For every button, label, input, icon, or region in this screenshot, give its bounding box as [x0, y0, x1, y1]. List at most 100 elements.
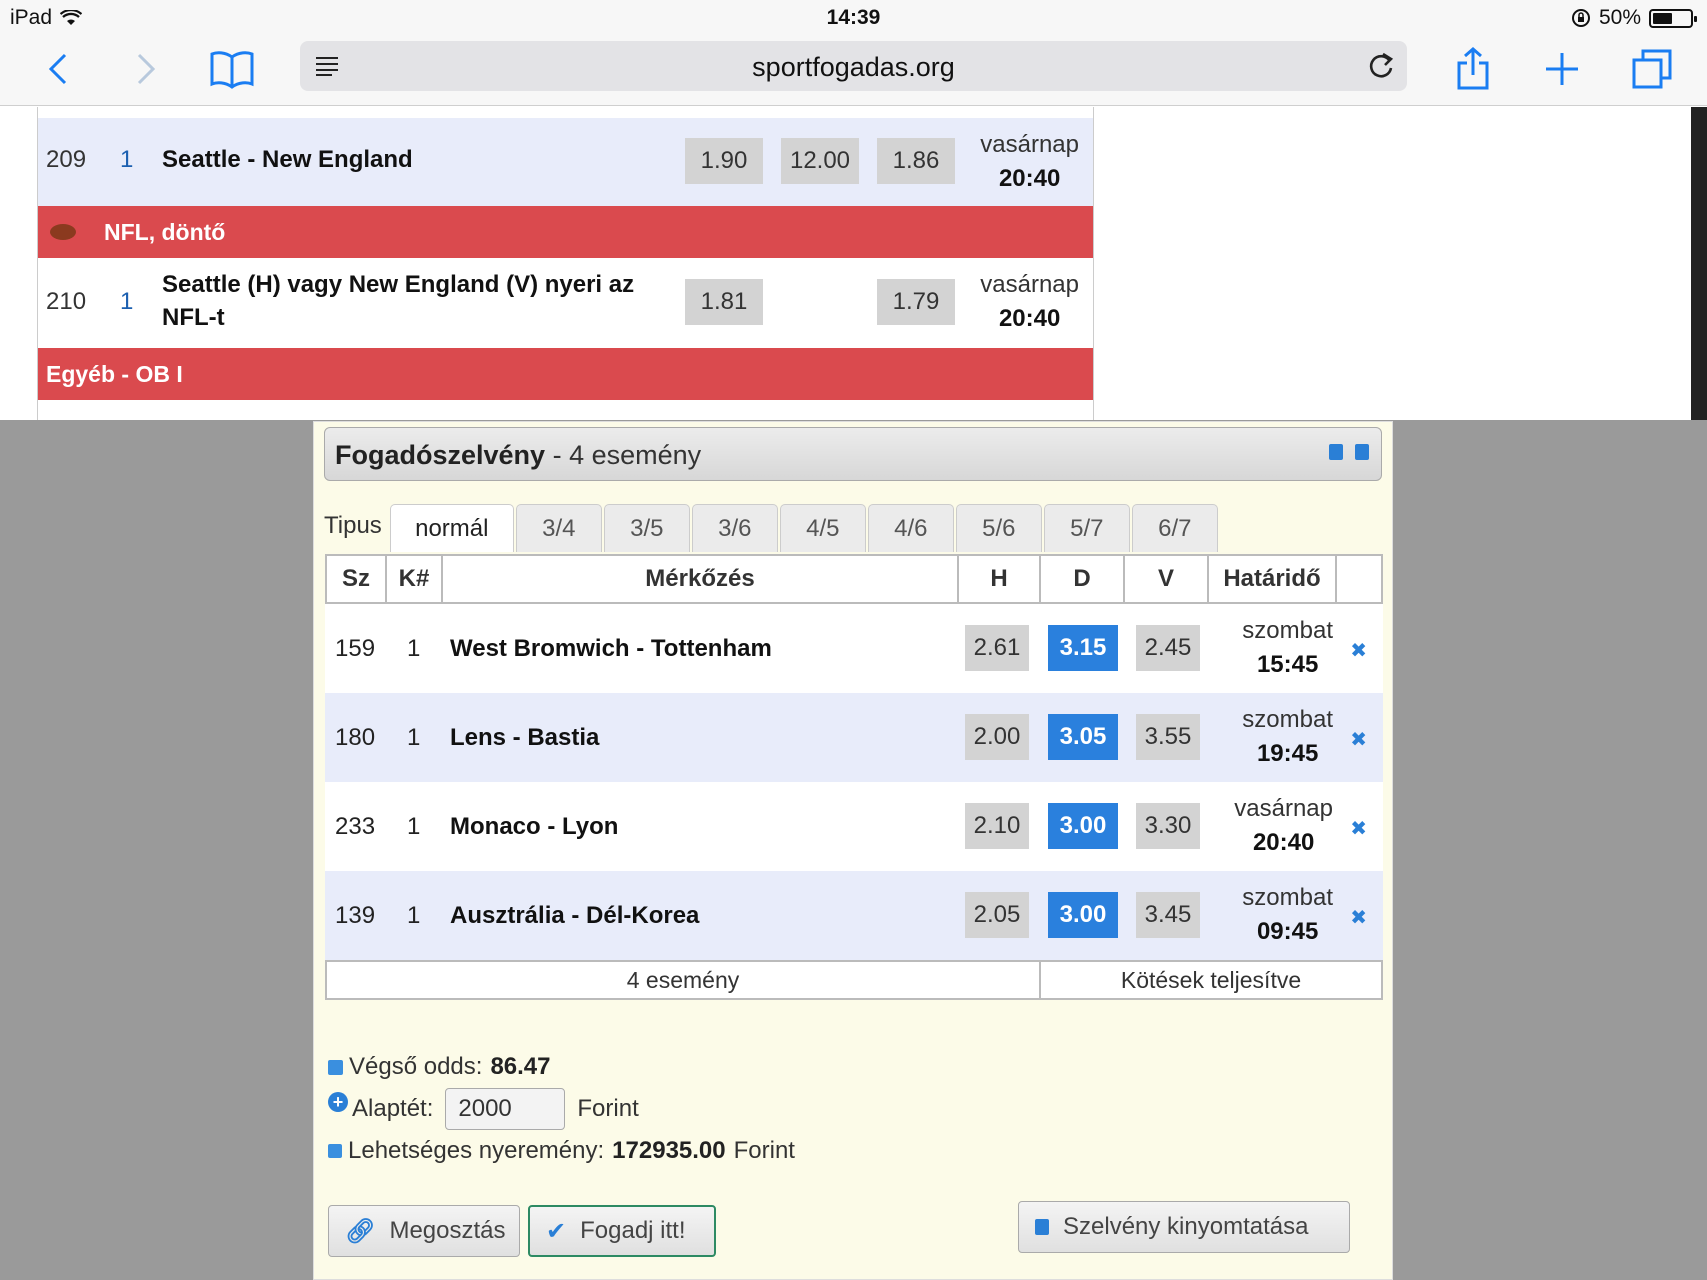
row-match: Ausztrália - Dél-Korea [450, 901, 700, 929]
tabs-icon [1632, 49, 1672, 89]
row-num: 180 [335, 723, 376, 751]
win-currency: Forint [733, 1137, 795, 1164]
odd-h[interactable]: 1.81 [685, 279, 763, 325]
odd-h[interactable]: 1.90 [685, 138, 763, 184]
tab-6-7[interactable]: 6/7 [1131, 504, 1218, 552]
tab-4-5[interactable]: 4/5 [779, 504, 866, 552]
tab-3-4[interactable]: 3/4 [515, 504, 602, 552]
odd-v[interactable]: 1.79 [877, 279, 955, 325]
event-deadline: vasárnap 20:40 [980, 128, 1079, 196]
plus-circle-icon: + [328, 1092, 348, 1112]
row-deadline: szombat 19:45 [1242, 703, 1333, 771]
odd-d-selected[interactable]: 3.15 [1048, 625, 1118, 671]
row-k: 1 [407, 723, 421, 751]
new-tab-button[interactable] [1537, 44, 1587, 94]
row-match: West Bromwich - Tottenham [450, 634, 772, 662]
share-icon [1457, 47, 1489, 90]
forward-button[interactable] [121, 44, 171, 94]
row-time: 09:45 [1256, 918, 1319, 945]
row-time: 19:45 [1256, 740, 1319, 767]
event-deadline: vasárnap 20:40 [980, 268, 1079, 336]
address-bar[interactable]: sportfogadas.org [300, 41, 1407, 91]
bet-slip-title: Fogadószelvény - 4 esemény [335, 440, 701, 471]
row-num: 233 [335, 812, 376, 840]
reload-icon[interactable] [1367, 51, 1395, 81]
row-time: 20:40 [1252, 829, 1315, 856]
print-icon[interactable] [1355, 444, 1369, 460]
share-bet-button[interactable]: 🔗︎ Megosztás [328, 1205, 520, 1257]
stake-input[interactable] [445, 1088, 566, 1130]
back-button[interactable] [33, 44, 83, 94]
table-header: Sz K# Mérkőzés H D V Határidő [325, 554, 1383, 604]
event-count: 4 esemény [327, 962, 1041, 998]
stake-currency: Forint [577, 1095, 639, 1122]
odd-d[interactable]: 12.00 [781, 138, 859, 184]
battery-percent: 50% [1598, 6, 1641, 29]
table-footer: 4 esemény Kötések teljesítve [325, 960, 1383, 1000]
battery-icon [1649, 8, 1697, 28]
trash-icon[interactable] [1329, 444, 1343, 460]
remove-icon[interactable]: ✖ [1350, 727, 1367, 752]
share-button[interactable] [1448, 44, 1498, 94]
row-k: 1 [407, 812, 421, 840]
col-deadline: Határidő [1209, 556, 1337, 602]
odd-h[interactable]: 2.05 [965, 892, 1029, 938]
table-row: 180 1 Lens - Bastia 2.00 3.05 3.55 szomb… [325, 693, 1383, 782]
final-odds-line: Végső odds: 86.47 [328, 1053, 551, 1081]
category-label: NFL, döntő [104, 218, 226, 245]
event-match: Seattle (H) vagy New England (V) nyeri a… [162, 271, 635, 331]
remove-icon[interactable]: ✖ [1350, 638, 1367, 663]
event-number: 210 [46, 288, 87, 315]
odd-h[interactable]: 2.61 [965, 625, 1029, 671]
odd-v[interactable]: 2.45 [1136, 625, 1200, 671]
check-icon: ✔ [546, 1217, 567, 1245]
tab-3-6[interactable]: 3/6 [691, 504, 778, 552]
remove-icon[interactable]: ✖ [1350, 905, 1367, 930]
odd-h[interactable]: 2.10 [965, 803, 1029, 849]
share-label: Megosztás [389, 1217, 506, 1244]
place-bet-button[interactable]: ✔ Fogadj itt! [528, 1205, 716, 1257]
event-row[interactable]: 210 1 Seattle (H) vagy New England (V) n… [38, 258, 1093, 348]
page-edge [1691, 107, 1707, 420]
row-day: szombat [1242, 884, 1333, 911]
col-match: Mérkőzés [443, 556, 959, 602]
event-day: vasárnap [980, 131, 1079, 158]
win-value: 172935.00 [612, 1137, 726, 1164]
tab-4-6[interactable]: 4/6 [867, 504, 954, 552]
odd-v[interactable]: 3.30 [1136, 803, 1200, 849]
tab-5-7[interactable]: 5/7 [1043, 504, 1130, 552]
remove-icon[interactable]: ✖ [1350, 816, 1367, 841]
row-deadline: szombat 09:45 [1242, 881, 1333, 949]
slip-subtitle: - 4 esemény [552, 440, 702, 470]
odd-h[interactable]: 2.00 [965, 714, 1029, 760]
book-icon [210, 51, 254, 89]
odd-v[interactable]: 1.86 [877, 138, 955, 184]
type-tabs: Tipus normál 3/4 3/5 3/6 4/5 4/6 5/6 5/7… [324, 504, 1220, 552]
potential-win-line: Lehetséges nyeremény: 172935.00 Forint [328, 1137, 795, 1165]
odd-d-selected[interactable]: 3.00 [1048, 892, 1118, 938]
football-icon [50, 224, 76, 240]
tab-5-6[interactable]: 5/6 [955, 504, 1042, 552]
table-row: 139 1 Ausztrália - Dél-Korea 2.05 3.00 3… [325, 871, 1383, 960]
type-label: Tipus [324, 512, 382, 539]
odd-v[interactable]: 3.55 [1136, 714, 1200, 760]
bet-table: Sz K# Mérkőzés H D V Határidő 159 1 West… [325, 554, 1383, 1000]
rotation-lock-icon [1571, 9, 1590, 27]
col-v: V [1125, 556, 1209, 602]
tab-3-5[interactable]: 3/5 [603, 504, 690, 552]
print-slip-button[interactable]: Szelvény kinyomtatása [1018, 1201, 1350, 1253]
event-time: 20:40 [998, 165, 1061, 192]
event-number: 209 [46, 146, 87, 173]
row-match: Lens - Bastia [450, 723, 600, 751]
odd-d-selected[interactable]: 3.05 [1048, 714, 1118, 760]
bookmarks-button[interactable] [207, 44, 257, 94]
tabs-button[interactable] [1627, 44, 1677, 94]
tab-normal[interactable]: normál [389, 504, 514, 552]
odd-v[interactable]: 3.45 [1136, 892, 1200, 938]
clock: 14:39 [826, 6, 881, 29]
stake-line: + Alaptét: Forint [328, 1088, 639, 1130]
event-row[interactable]: 209 1 Seattle - New England 1.90 12.00 1… [38, 118, 1093, 206]
odd-d-selected[interactable]: 3.00 [1048, 803, 1118, 849]
table-row: 159 1 West Bromwich - Tottenham 2.61 3.1… [325, 604, 1383, 693]
chevron-left-icon [48, 53, 67, 85]
